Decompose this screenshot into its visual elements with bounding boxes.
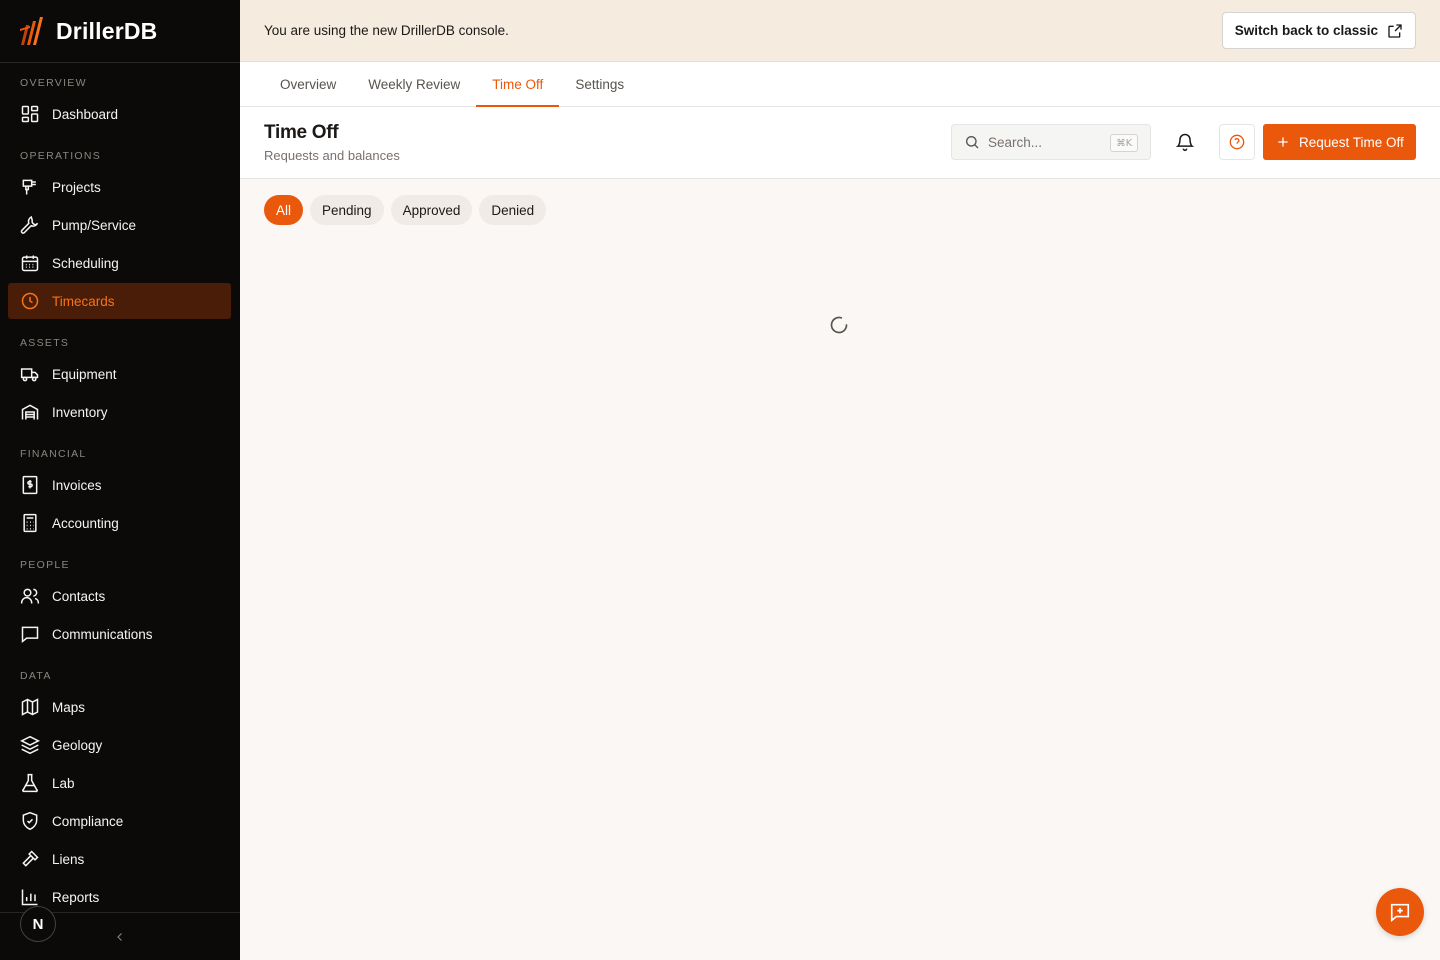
help-circle-icon <box>1229 134 1245 150</box>
sidebar-item-maps[interactable]: Maps <box>8 689 231 725</box>
filter-all[interactable]: All <box>264 195 304 225</box>
external-link-icon <box>1388 23 1402 38</box>
shield-check-icon <box>22 811 38 831</box>
plus-icon <box>1278 137 1288 147</box>
page-header: Time Off Requests and balances Search...… <box>240 107 1440 179</box>
brand-name: DrillerDB <box>56 17 158 44</box>
section-label-financial: FINANCIAL <box>20 448 87 460</box>
sidebar-item-label: Timecards <box>52 293 115 309</box>
filter-denied[interactable]: Denied <box>479 195 547 225</box>
sidebar: DrillerDB OVERVIEW Dashboard OPERATIONS … <box>0 0 240 960</box>
sidebar-item-compliance[interactable]: Compliance <box>8 803 231 839</box>
section-label-data: DATA <box>20 670 52 682</box>
sidebar-item-contacts[interactable]: Contacts <box>8 578 231 614</box>
search-placeholder: Search... <box>988 134 1043 150</box>
sidebar-item-label: Lab <box>52 775 75 791</box>
sidebar-item-label: Contacts <box>52 588 106 604</box>
sidebar-item-pump-service[interactable]: Pump/Service <box>8 207 231 243</box>
switch-to-classic-button[interactable]: Switch back to classic <box>1221 12 1416 49</box>
sidebar-item-liens[interactable]: Liens <box>8 841 231 877</box>
calendar-icon <box>21 255 39 272</box>
dashboard-icon <box>21 105 39 123</box>
section-label-people: PEOPLE <box>20 559 70 571</box>
calculator-icon <box>23 513 37 533</box>
sidebar-item-label: Geology <box>52 737 103 753</box>
tab-time-off[interactable]: Time Off <box>476 62 560 107</box>
page-tabs: Overview Weekly Review Time Off Settings <box>240 62 1440 107</box>
search-input[interactable]: Search... ⌘K <box>951 124 1151 160</box>
filter-pending[interactable]: Pending <box>310 195 384 225</box>
sidebar-item-invoices[interactable]: Invoices <box>8 467 231 503</box>
sidebar-item-lab[interactable]: Lab <box>8 765 231 801</box>
invoice-icon <box>22 475 38 495</box>
avatar[interactable]: N <box>20 906 56 942</box>
sidebar-item-scheduling[interactable]: Scheduling <box>8 245 231 281</box>
sidebar-item-label: Reports <box>52 889 100 905</box>
sidebar-item-projects[interactable]: Projects <box>8 169 231 205</box>
request-time-off-label: Request Time Off <box>1299 134 1404 150</box>
section-label-assets: ASSETS <box>20 337 70 349</box>
tab-settings[interactable]: Settings <box>559 62 640 106</box>
brand[interactable]: DrillerDB <box>0 0 240 63</box>
sidebar-footer: N <box>0 906 240 960</box>
tab-weekly-review[interactable]: Weekly Review <box>352 62 476 106</box>
console-banner: You are using the new DrillerDB console.… <box>240 0 1440 62</box>
sidebar-item-timecards[interactable]: Timecards <box>8 283 231 319</box>
drill-icon <box>22 179 36 195</box>
sidebar-item-inventory[interactable]: Inventory <box>8 394 231 430</box>
sidebar-item-label: Pump/Service <box>52 217 137 233</box>
collapse-sidebar-button[interactable] <box>110 927 130 947</box>
sidebar-item-label: Liens <box>52 851 85 867</box>
clock-icon <box>21 292 39 310</box>
bar-chart-icon <box>21 889 38 906</box>
users-icon <box>20 588 40 604</box>
map-icon <box>21 698 39 716</box>
sidebar-item-label: Scheduling <box>52 255 119 271</box>
bell-icon <box>1175 133 1195 152</box>
section-label-overview: OVERVIEW <box>20 77 87 89</box>
notifications-button[interactable] <box>1167 124 1203 160</box>
wrench-icon <box>20 215 39 234</box>
layers-icon <box>20 735 40 755</box>
tab-overview[interactable]: Overview <box>264 62 352 106</box>
feedback-chat-button[interactable] <box>1376 888 1424 936</box>
page-subtitle: Requests and balances <box>264 148 400 163</box>
gavel-icon <box>22 850 39 867</box>
truck-icon <box>20 368 39 382</box>
sidebar-item-label: Inventory <box>52 404 108 420</box>
search-shortcut-badge: ⌘K <box>1110 134 1138 152</box>
flask-icon <box>22 773 38 793</box>
switch-to-classic-label: Switch back to classic <box>1234 23 1378 38</box>
message-icon <box>21 626 39 644</box>
page-title: Time Off <box>264 122 339 143</box>
sidebar-item-label: Accounting <box>52 515 119 531</box>
request-time-off-button[interactable]: Request Time Off <box>1263 124 1416 160</box>
sidebar-item-communications[interactable]: Communications <box>8 616 231 652</box>
filter-approved[interactable]: Approved <box>390 195 473 225</box>
sidebar-item-geology[interactable]: Geology <box>8 727 231 763</box>
help-button[interactable] <box>1219 124 1255 160</box>
sidebar-item-label: Maps <box>52 699 86 715</box>
sidebar-item-label: Invoices <box>52 477 102 493</box>
banner-text: You are using the new DrillerDB console. <box>264 23 509 38</box>
sidebar-item-label: Compliance <box>52 813 124 829</box>
sidebar-item-label: Equipment <box>52 366 117 382</box>
sidebar-item-label: Communications <box>52 626 153 642</box>
section-label-operations: OPERATIONS <box>20 150 102 162</box>
sidebar-item-equipment[interactable]: Equipment <box>8 356 231 392</box>
warehouse-icon <box>21 404 39 420</box>
sidebar-item-dashboard[interactable]: Dashboard <box>8 96 231 132</box>
drill-logo-icon <box>20 17 43 45</box>
sidebar-item-label: Dashboard <box>52 106 119 122</box>
loading-spinner-icon <box>830 316 848 334</box>
chevron-left-icon <box>117 933 122 941</box>
sidebar-item-accounting[interactable]: Accounting <box>8 505 231 541</box>
sidebar-item-label: Projects <box>52 179 101 195</box>
search-icon <box>966 136 979 149</box>
message-plus-icon <box>1390 903 1410 922</box>
status-filters: All Pending Approved Denied <box>264 195 547 225</box>
